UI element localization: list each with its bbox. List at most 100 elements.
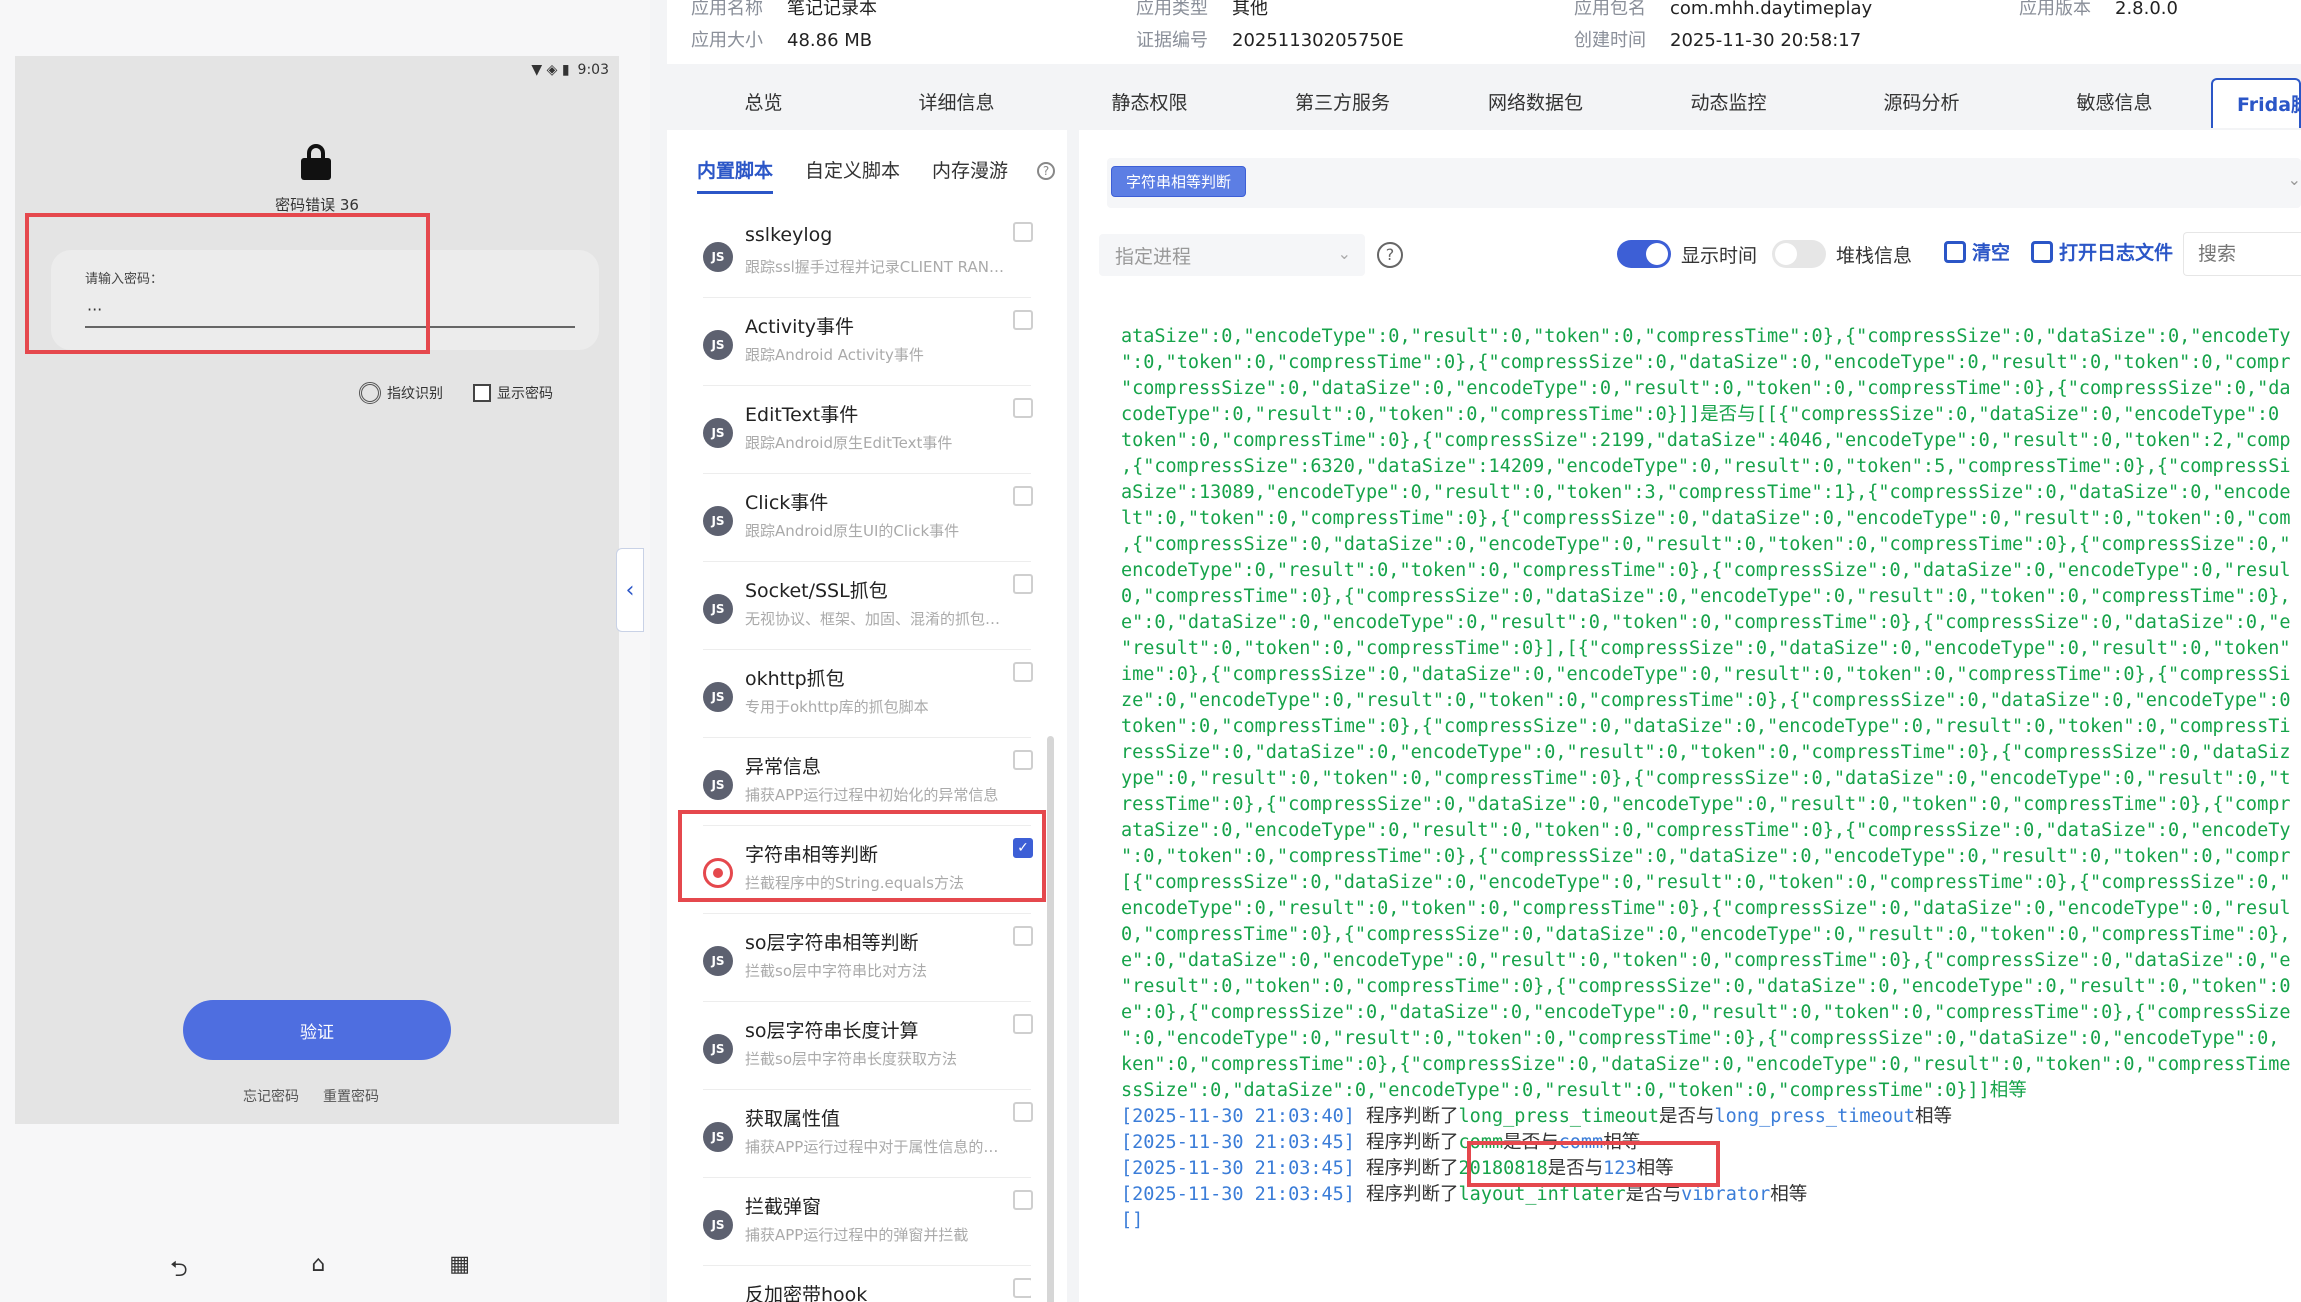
log-output[interactable]: ataSize":0,"encodeType":0,"result":0,"to… xyxy=(1121,324,2301,1284)
app-name-field: 应用名称 笔记记录本 xyxy=(691,0,877,19)
list-item[interactable]: JS okhttp抓包 专用于okhttp库的抓包脚本 xyxy=(703,650,1033,738)
item-checkbox[interactable] xyxy=(1013,222,1033,242)
main-tabs: 总览 详细信息 静态权限 第三方服务 网络数据包 动态监控 源码分析 敏感信息 … xyxy=(667,78,2301,128)
created-time-field: 创建时间 2025-11-30 20:58:17 xyxy=(1574,30,1862,51)
forgot-password-link[interactable]: 忘记密码 xyxy=(243,1086,299,1106)
list-item[interactable]: 反加密带hook xyxy=(703,1266,1031,1302)
item-checkbox[interactable] xyxy=(1013,750,1033,770)
password-links: 忘记密码 重置密码 xyxy=(243,1086,379,1106)
help-icon[interactable]: ? xyxy=(1037,162,1055,180)
item-title: Click事件 xyxy=(745,492,829,514)
active-hooks-bar[interactable] xyxy=(1107,158,2301,208)
verify-button[interactable]: 验证 xyxy=(183,1000,451,1060)
log-event-line: [2025-11-30 21:03:40] 程序判断了long_press_ti… xyxy=(1121,1104,2301,1130)
tab-sensitive-info[interactable]: 敏感信息 xyxy=(2018,78,2211,128)
back-icon[interactable]: ⮌ xyxy=(170,1252,188,1290)
js-icon: JS xyxy=(703,242,733,272)
item-checkbox[interactable] xyxy=(1013,1014,1033,1034)
app-version-field: 应用版本 2.8.0.0 xyxy=(2019,0,2178,19)
open-log-file-button[interactable]: 打开日志文件 xyxy=(2031,238,2173,265)
js-icon: JS xyxy=(703,1034,733,1064)
list-item[interactable]: JS 获取属性值 捕获APP运行过程中对于属性信息的获取 xyxy=(703,1090,1033,1178)
status-time: 9:03 xyxy=(577,62,609,78)
process-placeholder: 指定进程 xyxy=(1115,245,1192,268)
js-icon: JS xyxy=(703,506,733,536)
log-event-end: 相等 xyxy=(1770,1184,1808,1205)
item-title: 拦截弹窗 xyxy=(745,1196,822,1218)
list-item[interactable]: JS so层字符串相等判断 拦截so层中字符串比对方法 xyxy=(703,914,1033,1002)
log-line: ken":0,"compressTime":0},{"compressSize"… xyxy=(1121,1054,2291,1075)
item-checkbox[interactable] xyxy=(1013,310,1033,330)
tab-network-packets[interactable]: 网络数据包 xyxy=(1439,78,1632,128)
active-hook-tag[interactable]: 字符串相等判断 xyxy=(1111,166,1247,197)
reset-password-link[interactable]: 重置密码 xyxy=(323,1086,379,1106)
log-line: ,{"compressSize":0,"dataSize":0,"encodeT… xyxy=(1121,534,2291,555)
tab-frida-scripts[interactable]: Frida脚本 xyxy=(2211,78,2301,128)
process-select[interactable]: 指定进程 ⌄ xyxy=(1099,234,1365,276)
list-item[interactable]: JS Activity事件 跟踪Android Activity事件 xyxy=(703,298,1033,386)
search-input[interactable] xyxy=(2183,232,2301,276)
item-checkbox[interactable] xyxy=(1013,662,1033,682)
password-error-text: 密码错误 36 xyxy=(275,196,359,214)
log-event-pre: 程序判断了 xyxy=(1354,1184,1459,1205)
tab-third-party[interactable]: 第三方服务 xyxy=(1246,78,1439,128)
log-line: "result":0,"token":0,"compressTime":0}],… xyxy=(1121,638,2291,659)
item-subtitle: 无视协议、框架、加固、混淆的抓包脚本 xyxy=(745,610,1005,628)
list-scrollbar[interactable] xyxy=(1047,736,1054,1302)
log-line: 0,"compressTime":0},{"compressSize":0,"d… xyxy=(1121,586,2291,607)
log-line: 0,"compressTime":0},{"compressSize":0,"d… xyxy=(1121,924,2291,945)
app-size-field: 应用大小 48.86 MB xyxy=(691,30,873,51)
item-title: Activity事件 xyxy=(745,316,855,338)
item-checkbox[interactable] xyxy=(1013,926,1033,946)
list-item[interactable]: JS Click事件 跟踪Android原生UI的Click事件 xyxy=(703,474,1033,562)
list-item[interactable]: JS EditText事件 跟踪Android原生EditText事件 xyxy=(703,386,1033,474)
subtab-memory-roam[interactable]: 内存漫游 xyxy=(932,156,1008,194)
js-icon: JS xyxy=(703,682,733,712)
status-icons: ▼ ◈ ▮ xyxy=(531,62,570,78)
help-icon[interactable]: ? xyxy=(1377,242,1403,268)
log-line: ze":0,"encodeType":0,"result":0,"token":… xyxy=(1121,690,2291,711)
item-checkbox[interactable] xyxy=(1013,1102,1033,1122)
log-event-pre: 程序判断了 xyxy=(1354,1158,1459,1179)
clear-button[interactable]: 清空 xyxy=(1944,238,2010,265)
item-title: 反加密带hook xyxy=(745,1284,868,1302)
subtab-builtin[interactable]: 内置脚本 xyxy=(697,156,774,194)
item-subtitle: 跟踪Android原生EditText事件 xyxy=(745,434,953,452)
subtab-custom[interactable]: 自定义脚本 xyxy=(805,156,900,194)
item-subtitle: 跟踪ssl握手过程并记录CLIENT RANDOM xyxy=(745,258,1005,276)
collapse-panel-button[interactable]: ‹ xyxy=(616,548,644,632)
tab-source-analysis[interactable]: 源码分析 xyxy=(1825,78,2018,128)
fingerprint-option[interactable]: 指纹识别 xyxy=(359,382,443,404)
recent-apps-icon[interactable]: ▦ xyxy=(449,1252,470,1290)
fingerprint-label: 指纹识别 xyxy=(387,386,443,402)
tab-static-permissions[interactable]: 静态权限 xyxy=(1053,78,1246,128)
fingerprint-icon xyxy=(359,382,381,404)
item-checkbox[interactable] xyxy=(1013,1190,1033,1210)
tab-overview[interactable]: 总览 xyxy=(667,78,860,128)
app-root: ▼ ◈ ▮ 9:03 密码错误 36 请输入密码： 指纹识别 显示密码 验证 xyxy=(0,0,2301,1302)
chevron-down-icon[interactable]: ⌄ xyxy=(2288,170,2301,189)
item-checkbox[interactable] xyxy=(1013,1278,1031,1298)
item-title: EditText事件 xyxy=(745,404,859,426)
log-line: "result":0,"token":0,"compressTime":0},{… xyxy=(1121,976,2291,997)
tab-details[interactable]: 详细信息 xyxy=(860,78,1053,128)
stack-info-toggle[interactable] xyxy=(1772,240,1826,268)
show-password-checkbox[interactable] xyxy=(473,384,491,402)
log-line: ":0,"token":0,"compressTime":0},{"compre… xyxy=(1121,846,2291,867)
log-event-ts: [2025-11-30 21:03:45] xyxy=(1121,1132,1355,1153)
item-checkbox[interactable] xyxy=(1013,398,1033,418)
cert-number-field: 证据编号 20251130205750E xyxy=(1136,30,1404,51)
item-title: so层字符串长度计算 xyxy=(745,1020,919,1042)
item-checkbox[interactable] xyxy=(1013,574,1033,594)
show-password-label: 显示密码 xyxy=(497,386,553,402)
show-password-option[interactable]: 显示密码 xyxy=(473,383,553,403)
item-checkbox[interactable] xyxy=(1013,486,1033,506)
list-item[interactable]: JS Socket/SSL抓包 无视协议、框架、加固、混淆的抓包脚本 xyxy=(703,562,1033,650)
show-time-toggle[interactable] xyxy=(1617,240,1671,268)
list-item[interactable]: JS 拦截弹窗 捕获APP运行过程中的弹窗并拦截 xyxy=(703,1178,1033,1266)
tab-dynamic-monitor[interactable]: 动态监控 xyxy=(1632,78,1825,128)
list-item[interactable]: JS sslkeylog 跟踪ssl握手过程并记录CLIENT RANDOM xyxy=(703,210,1033,298)
package-name-field: 应用包名 com.mhh.daytimeplay xyxy=(1574,0,1873,19)
home-icon[interactable]: ⌂ xyxy=(311,1252,325,1290)
list-item[interactable]: JS so层字符串长度计算 拦截so层中字符串长度获取方法 xyxy=(703,1002,1033,1090)
